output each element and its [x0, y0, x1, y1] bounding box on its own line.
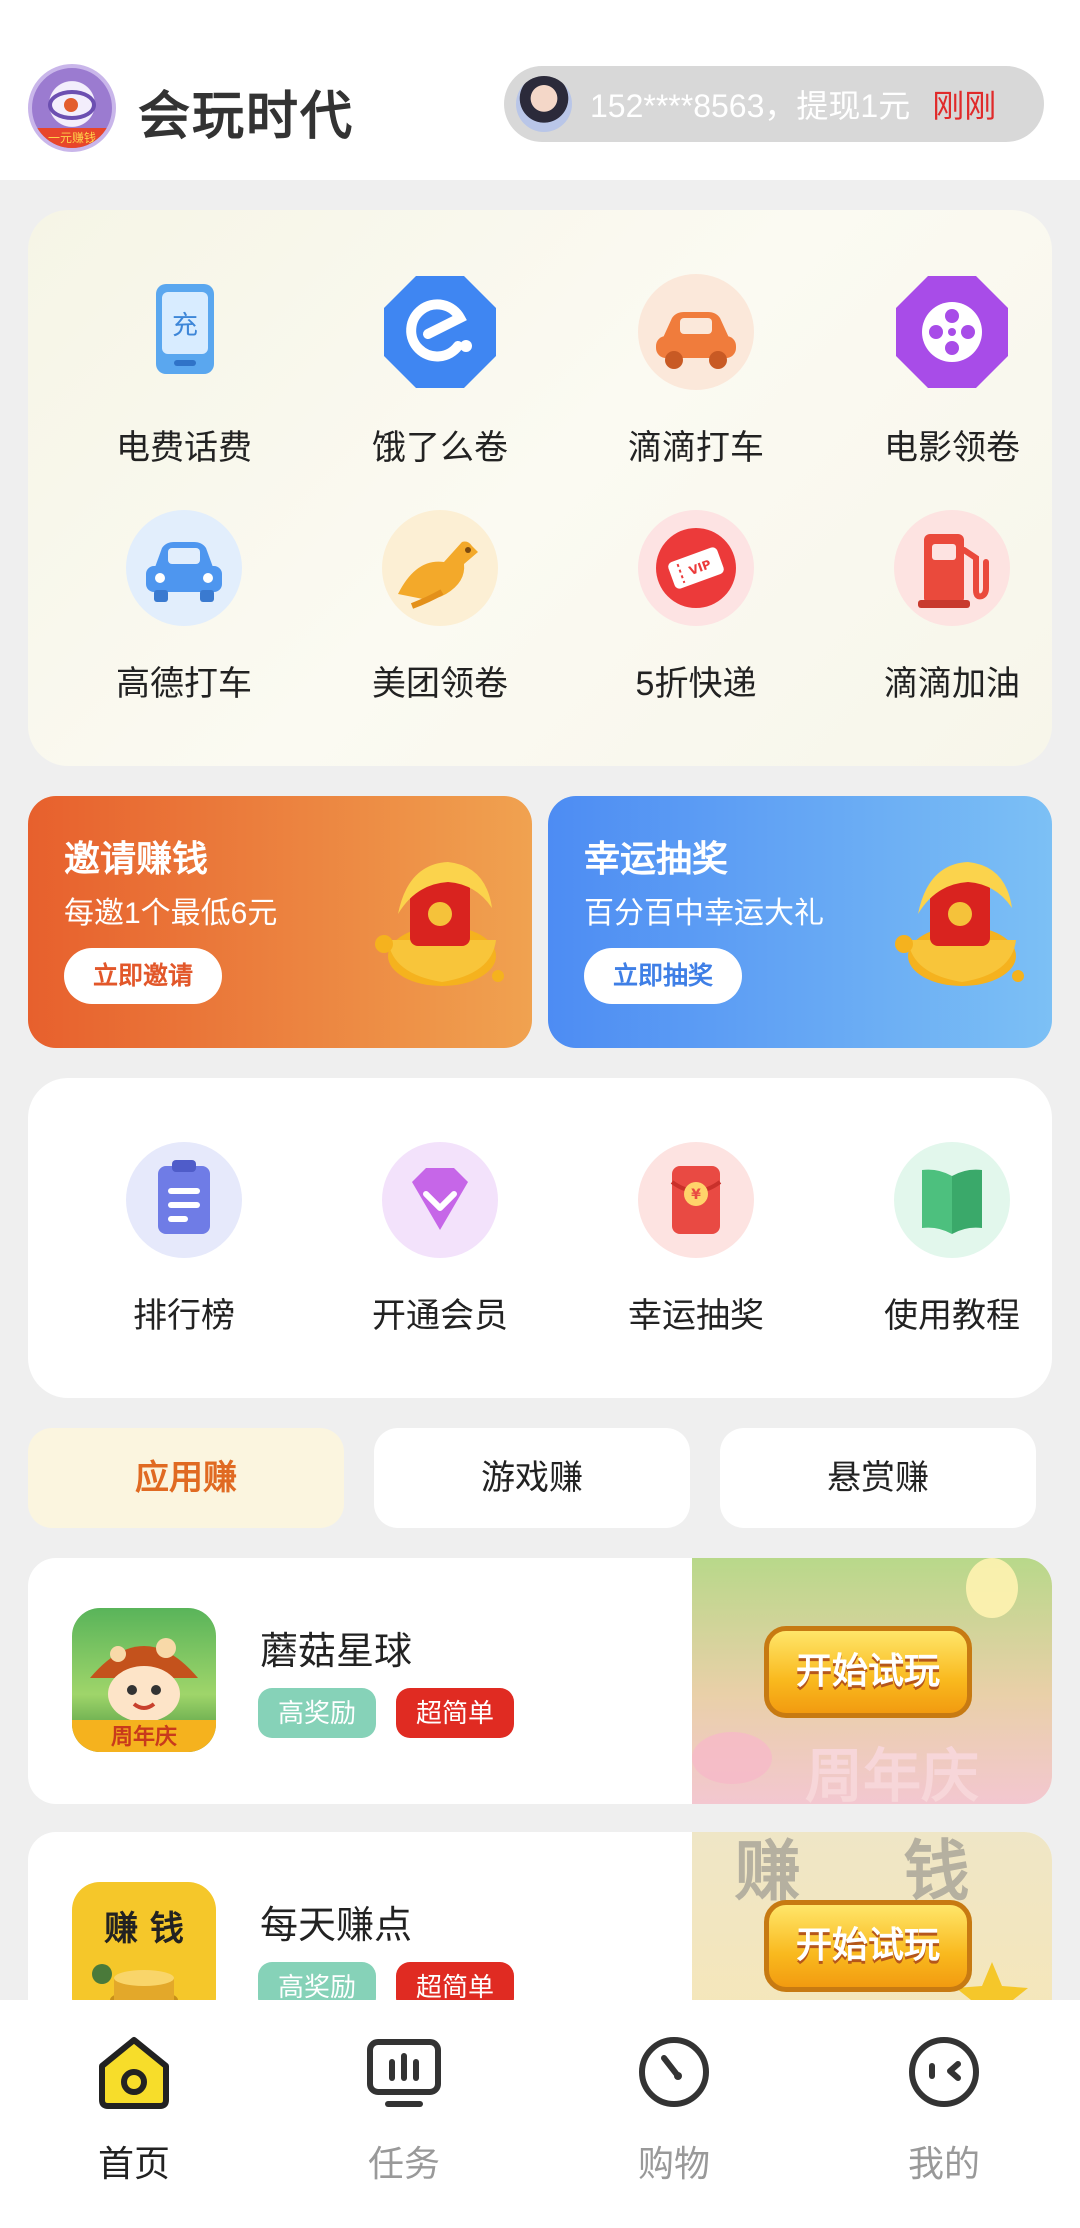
nav-label: 购物: [637, 2143, 710, 2184]
monitor-chart-icon: [367, 2039, 441, 2107]
compass-icon: [639, 2037, 709, 2107]
invite-button[interactable]: 立即邀请: [64, 948, 222, 1004]
start-play-button[interactable]: 开始试玩: [764, 1900, 972, 1992]
app-icon-text: 周年庆: [111, 1724, 177, 1750]
clipboard-icon: [126, 1142, 242, 1258]
service-meituan[interactable]: 美团领卷: [340, 510, 540, 705]
lottery-banner[interactable]: 幸运抽奖 百分百中幸运大礼 立即抽奖: [548, 796, 1052, 1048]
kangaroo-icon: [382, 510, 498, 626]
feature-label: 排行榜: [133, 1297, 235, 1335]
service-label: 滴滴打车: [628, 429, 764, 467]
tab-reward-earn[interactable]: 悬赏赚: [720, 1428, 1036, 1528]
start-play-button[interactable]: 开始试玩: [764, 1626, 972, 1718]
service-label: 电影领卷: [884, 429, 1020, 467]
nav-label: 任务: [367, 2143, 440, 2184]
lottery-title: 幸运抽奖: [584, 838, 729, 879]
nav-tasks[interactable]: 任务: [304, 2030, 504, 2187]
tag-easy: 超简单: [396, 1688, 515, 1738]
service-label: 滴滴加油: [884, 665, 1020, 703]
feature-membership[interactable]: 开通会员: [340, 1142, 540, 1337]
app-logo: 一元赚钱: [28, 64, 116, 152]
withdraw-ticker[interactable]: 152****8563，提现1元 刚刚: [504, 66, 1044, 142]
fuel-pump-icon: [894, 510, 1010, 626]
lottery-subtitle: 百分百中幸运大礼: [584, 897, 824, 930]
service-didi-taxi[interactable]: 滴滴打车: [596, 274, 796, 469]
app-icon: 周年庆: [72, 1608, 216, 1752]
feature-tutorial[interactable]: 使用教程: [852, 1142, 1052, 1337]
nav-home[interactable]: 首页: [34, 2030, 234, 2187]
app-name: 蘑菇星球: [260, 1631, 413, 1673]
vip-ticket-icon: VIP: [638, 510, 754, 626]
service-label: 电费话费: [116, 429, 252, 467]
diamond-icon: [382, 1142, 498, 1258]
invite-banner[interactable]: 邀请赚钱 每邀1个最低6元 立即邀请: [28, 796, 532, 1048]
list-item[interactable]: 周年庆 蘑菇星球 高奖励 超简单 周年庆 开始试玩: [28, 1558, 1052, 1804]
feature-label: 幸运抽奖: [628, 1297, 764, 1335]
lottery-button[interactable]: 立即抽奖: [584, 948, 742, 1004]
tag-high-reward: 高奖励: [258, 1688, 377, 1738]
service-label: 高德打车: [116, 665, 252, 703]
feature-lottery[interactable]: ¥ 幸运抽奖: [596, 1142, 796, 1337]
home-icon: [99, 2037, 169, 2109]
service-label: 5折快递: [635, 665, 757, 703]
ticker-time: 刚刚: [932, 88, 997, 124]
car-icon: [126, 510, 242, 626]
recharge-icon: 充: [126, 274, 242, 390]
eye-icon: [48, 90, 96, 120]
banner-text: 周年庆: [805, 1742, 979, 1804]
book-icon: [894, 1142, 1010, 1258]
nav-label: 我的: [907, 2143, 980, 2184]
app-icon-text: 赚 钱: [104, 1909, 184, 1949]
bottom-nav: 首页 任务 购物 我的: [0, 2000, 1080, 2228]
feature-label: 开通会员: [372, 1297, 508, 1335]
face-icon: [909, 2037, 979, 2107]
service-recharge[interactable]: 充 电费话费: [84, 274, 284, 469]
logo-ribbon-text: 一元赚钱: [32, 128, 112, 148]
car-icon: [638, 274, 754, 390]
nav-shopping[interactable]: 购物: [574, 2030, 774, 2187]
app-name: 每天赚点: [260, 1905, 413, 1947]
nav-label: 首页: [97, 2143, 170, 2184]
svg-text:充: 充: [172, 311, 198, 341]
service-express[interactable]: VIP 5折快递: [596, 510, 796, 705]
invite-subtitle: 每邀1个最低6元: [64, 897, 278, 930]
app-title: 会玩时代: [138, 88, 355, 146]
app-banner[interactable]: 周年庆 开始试玩: [692, 1558, 1052, 1804]
feature-label: 使用教程: [884, 1297, 1020, 1335]
tab-game-earn[interactable]: 游戏赚: [374, 1428, 690, 1528]
app-header: 一元赚钱 会玩时代 152****8563，提现1元 刚刚: [0, 0, 1080, 180]
feature-grid: 排行榜 开通会员 ¥ 幸运抽奖 使用教程: [28, 1078, 1052, 1398]
invite-title: 邀请赚钱: [64, 838, 209, 879]
service-label: 饿了么卷: [372, 429, 508, 467]
nav-mine[interactable]: 我的: [844, 2030, 1044, 2187]
service-didi-fuel[interactable]: 滴滴加油: [852, 510, 1052, 705]
eleme-icon: [382, 274, 498, 390]
service-label: 美团领卷: [372, 665, 508, 703]
feature-ranking[interactable]: 排行榜: [84, 1142, 284, 1337]
service-eleme[interactable]: 饿了么卷: [340, 274, 540, 469]
banner-text: 赚 钱: [735, 1833, 1010, 1910]
tab-app-earn[interactable]: 应用赚: [28, 1428, 344, 1528]
service-grid: 充 电费话费 饿了么卷 滴滴打车 电影领卷 高德打车 美团领卷 VIP 5折快递…: [28, 210, 1052, 766]
service-movie[interactable]: 电影领卷: [852, 274, 1052, 469]
red-envelope-icon: ¥: [638, 1142, 754, 1258]
service-amap-taxi[interactable]: 高德打车: [84, 510, 284, 705]
gold-pot-icon: [375, 862, 504, 986]
gold-pot-icon: [895, 862, 1024, 986]
svg-text:¥: ¥: [691, 1187, 701, 1203]
avatar: [516, 76, 572, 132]
film-reel-icon: [894, 274, 1010, 390]
ticker-text: 152****8563，提现1元: [590, 88, 911, 124]
